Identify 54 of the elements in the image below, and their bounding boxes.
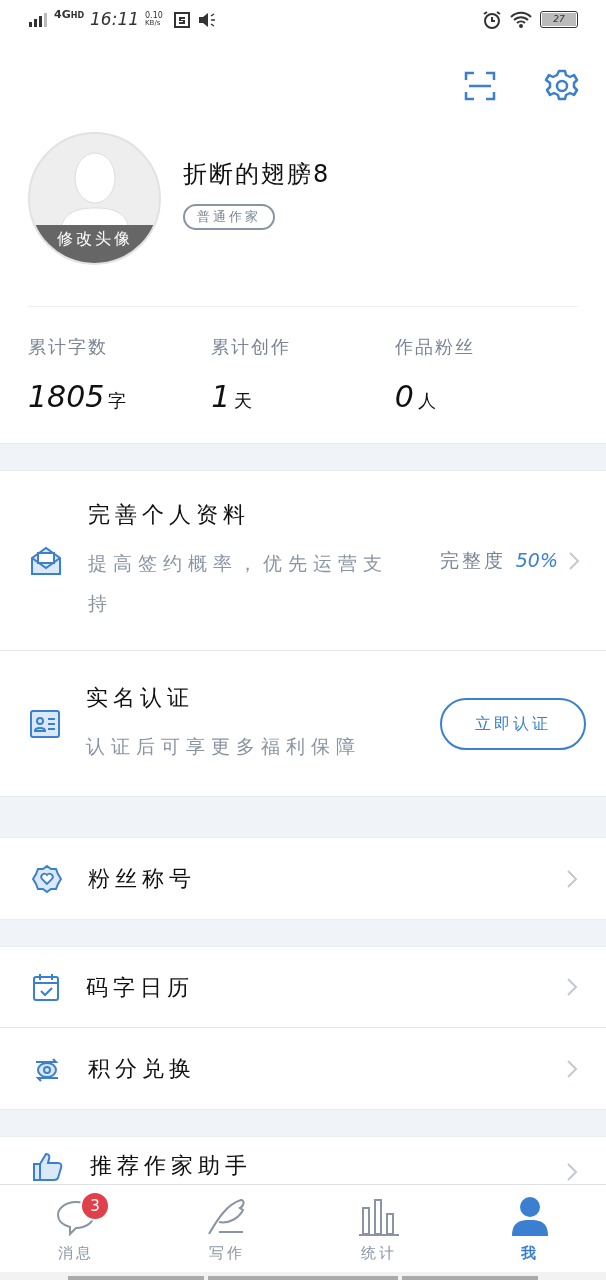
bar-chart-icon — [357, 1197, 400, 1236]
tab[interactable]: 消息 3 — [0, 1185, 152, 1272]
speaker-icon — [196, 10, 217, 29]
stat-unit: 天 — [234, 388, 253, 413]
avatar[interactable]: 修改头像 — [28, 132, 161, 266]
battery-level: 27 — [553, 15, 565, 25]
completeness-value: 50% — [515, 548, 558, 574]
signal-icon — [28, 12, 48, 27]
menu-label: 积分兑换 — [88, 1055, 197, 1084]
clock-time: 16:11 — [90, 8, 140, 32]
chevron-right-icon — [566, 868, 578, 889]
wifi-icon — [510, 10, 532, 29]
notification-badge: 3 — [80, 1191, 110, 1221]
chevron-right-icon — [568, 550, 580, 571]
scan-icon[interactable] — [464, 70, 496, 101]
thumbs-up-icon — [32, 1152, 64, 1182]
card-subtitle: 提高签约概率，优先运营支持 — [88, 551, 389, 616]
tab[interactable]: 写作 — [151, 1185, 303, 1272]
stat-label: 作品粉丝 — [394, 334, 475, 359]
menu-label: 码字日历 — [86, 973, 195, 1002]
chevron-right-icon — [566, 1058, 578, 1079]
id-card-icon — [30, 709, 60, 738]
menu-item[interactable]: 积分兑换 — [0, 1028, 606, 1110]
menu-label: 推荐作家助手 — [90, 1152, 253, 1180]
stat-value: 1 — [211, 377, 231, 416]
chevron-right-icon — [566, 977, 578, 998]
completeness-label: 完整度 — [439, 548, 506, 574]
menu-label: 粉丝称号 — [88, 865, 197, 894]
stat-label: 累计字数 — [28, 334, 108, 359]
card-subtitle: 认证后可享更多福利保障 — [86, 734, 362, 760]
stat-label: 累计创作 — [211, 334, 292, 359]
person-icon — [510, 1195, 551, 1236]
user-name: 折断的翅膀8 — [183, 159, 331, 191]
stat-value: 1805 — [28, 377, 105, 416]
envelope-icon — [30, 545, 62, 576]
alarm-icon — [482, 9, 502, 30]
author-level-badge: 普通作家 — [183, 204, 275, 230]
stat-unit: 人 — [417, 388, 436, 413]
card-title: 实名认证 — [86, 684, 195, 713]
avatar-caption: 修改头像 — [56, 228, 133, 251]
network-type: 4GHD — [54, 9, 85, 21]
chevron-right-icon — [566, 1162, 578, 1182]
network-speed: 0.10 — [145, 12, 163, 21]
badge-heart-icon — [32, 863, 62, 894]
tab[interactable]: 我 — [454, 1185, 606, 1272]
verify-now-button[interactable]: 立即认证 — [440, 697, 586, 750]
menu-item[interactable]: 推荐作家助手 — [0, 1137, 606, 1184]
card-title: 完善个人资料 — [88, 501, 251, 529]
stat-value: 0 — [394, 377, 414, 416]
calendar-icon — [32, 972, 60, 1003]
menu-item[interactable]: 粉丝称号 — [0, 838, 606, 920]
stat-unit: 字 — [108, 388, 127, 413]
tab[interactable]: 统计 — [303, 1185, 455, 1272]
screenshot-icon — [172, 10, 191, 29]
